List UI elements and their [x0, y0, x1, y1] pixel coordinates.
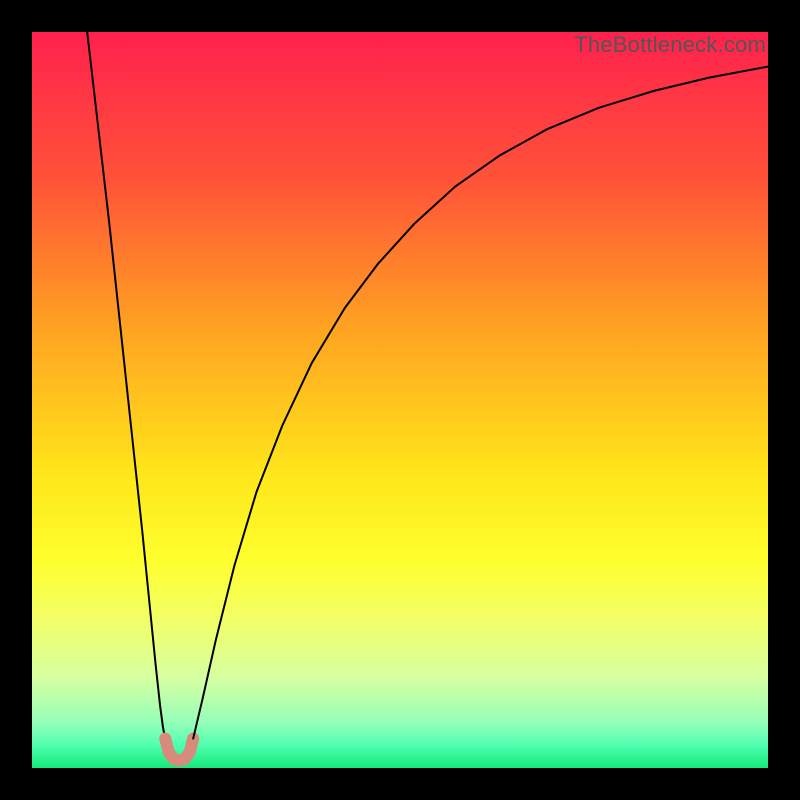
series-dip-segment [165, 739, 193, 761]
series-right-branch [193, 67, 768, 739]
series-left-branch [87, 32, 165, 739]
curve-layer [32, 32, 768, 768]
chart-frame: TheBottleneck.com [0, 0, 800, 800]
watermark-label: TheBottleneck.com [574, 32, 766, 58]
plot-area [32, 32, 768, 768]
